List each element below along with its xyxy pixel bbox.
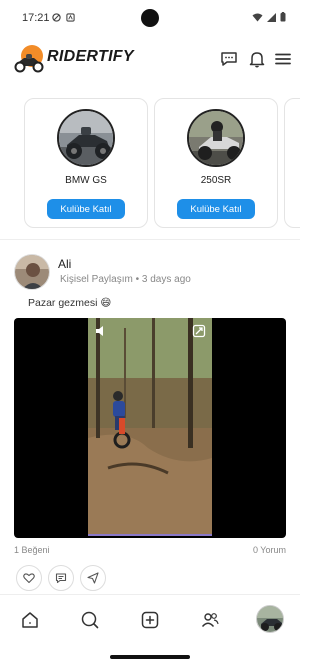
app-header: RIDERTIFY [0,38,300,82]
profile-avatar [257,606,283,632]
heart-icon [23,573,35,584]
club-photo [59,111,113,165]
share-icon [87,572,99,584]
home-indicator [110,655,190,659]
share-button[interactable] [80,565,106,591]
app-notification-icon [66,13,75,22]
club-card[interactable]: BMW GS Kulübe Katıl [24,98,148,228]
post-meta: Kişisel Paylaşım • 3 days ago [60,274,191,285]
menu-button[interactable] [272,48,294,70]
video-thumbnail [88,318,212,534]
post-author-name[interactable]: Ali [58,257,71,271]
post-text: Pazar gezmesi 😄 [28,297,112,309]
club-carousel[interactable]: BMW GS Kulübe Katıl 250SR Kulübe Katıl [0,94,300,234]
club-avatar [57,109,115,167]
notifications-button[interactable] [246,48,268,70]
comments-count[interactable]: 0 Yorum [253,545,286,555]
meta-separator: • [135,274,140,285]
post-time: 3 days ago [141,274,191,285]
author-photo [15,255,49,289]
video-progress[interactable] [88,534,212,536]
post-category: Kişisel Paylaşım [60,274,133,285]
nav-create-post[interactable] [139,609,161,631]
menu-icon [275,53,291,65]
nav-search[interactable] [79,609,101,631]
club-name: 250SR [200,175,232,186]
join-club-button[interactable]: Kulübe Katıl [47,199,125,219]
bottom-navigation [0,594,300,646]
home-icon [22,612,38,628]
comment-icon [55,573,67,584]
comment-button[interactable] [48,565,74,591]
club-card[interactable]: 250SR Kulübe Katıl [154,98,278,228]
brand-logo[interactable] [12,44,46,74]
club-avatar [187,109,245,167]
messages-button[interactable] [218,48,240,70]
mute-icon[interactable] [94,324,108,338]
status-icons [252,12,286,22]
signal-icon [267,12,276,22]
chat-icon [221,52,237,66]
status-time: 17:21 [22,12,50,24]
brand-name: RIDERTIFY [47,48,134,65]
author-avatar[interactable] [14,254,50,290]
bell-icon [249,52,265,68]
club-photo [189,111,243,165]
like-button[interactable] [16,565,42,591]
video-frame[interactable] [88,318,212,534]
fullscreen-icon[interactable] [192,324,206,338]
add-icon [141,611,159,629]
post-video[interactable] [14,318,286,538]
camera-cutout [141,9,159,27]
section-divider [0,239,300,240]
join-club-button[interactable]: Kulübe Katıl [177,199,255,219]
nav-community[interactable] [199,609,221,631]
people-icon [201,613,219,627]
battery-icon [280,12,286,22]
club-name: BMW GS [65,175,107,186]
nav-home[interactable] [19,609,41,631]
club-card-partial[interactable] [284,98,300,228]
likes-count[interactable]: 1 Beğeni [14,545,50,555]
nav-profile-avatar[interactable] [256,605,284,633]
notification-icon [52,13,61,22]
status-bar: 17:21 [0,0,300,36]
wifi-icon [252,13,263,21]
search-icon [81,611,99,629]
